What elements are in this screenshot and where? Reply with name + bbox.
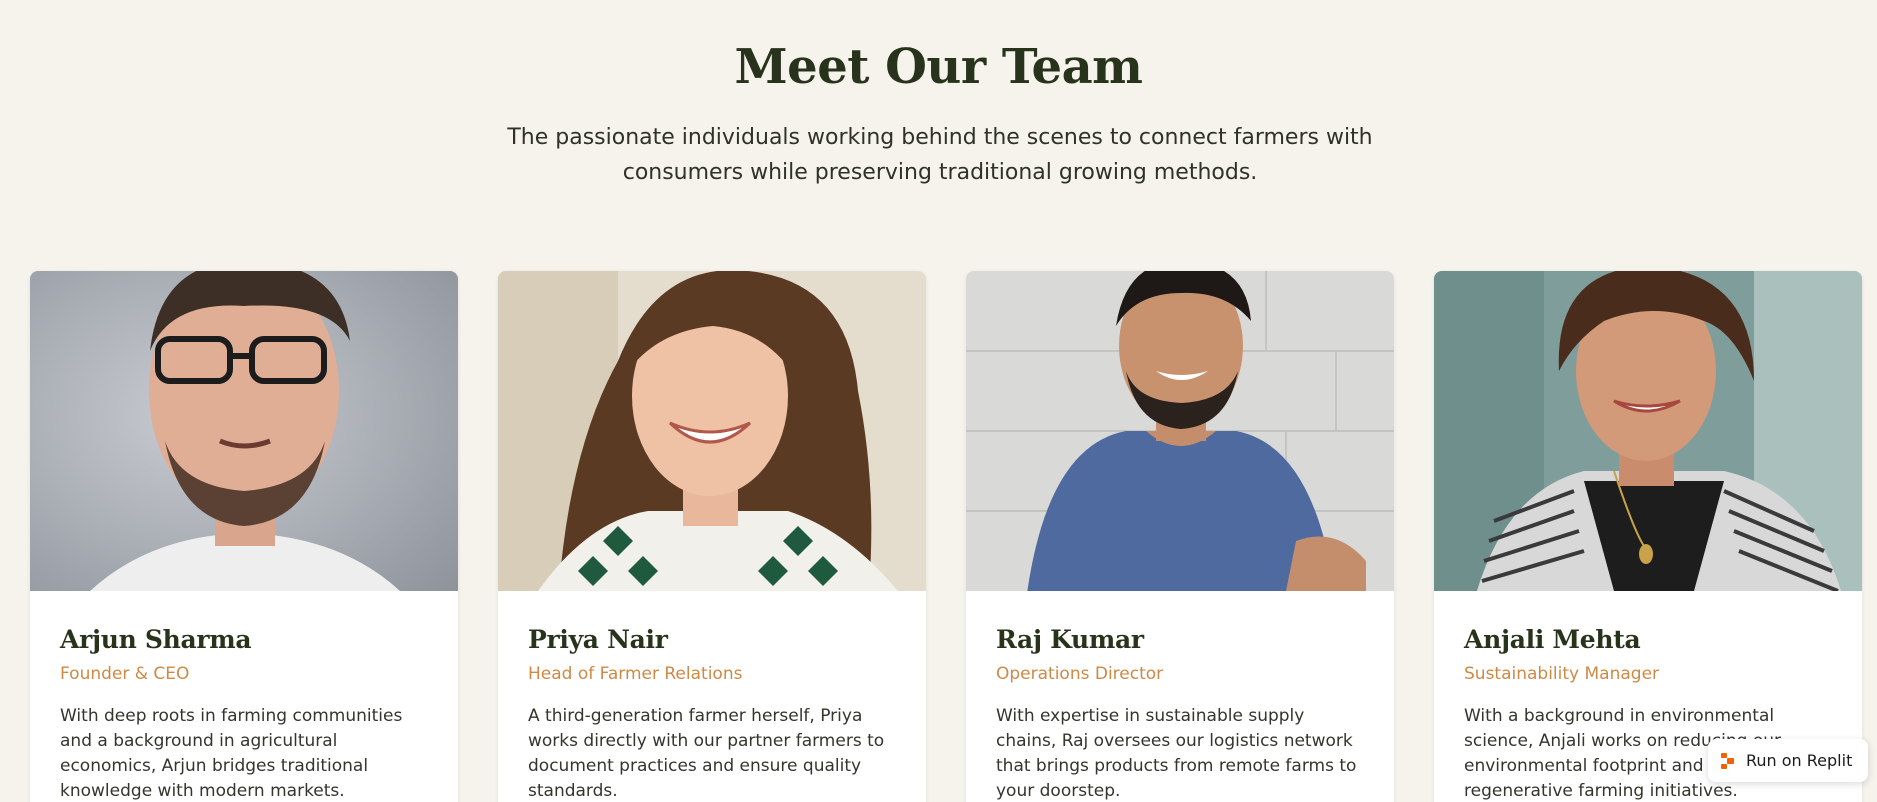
- member-name: Priya Nair: [528, 625, 668, 654]
- member-name: Anjali Mehta: [1464, 625, 1641, 654]
- member-role: Founder & CEO: [60, 664, 190, 684]
- team-card: Arjun Sharma Founder & CEO With deep roo…: [30, 271, 458, 802]
- member-photo: [966, 271, 1394, 591]
- team-card: Priya Nair Head of Farmer Relations A th…: [498, 271, 926, 802]
- team-card: Raj Kumar Operations Director With exper…: [966, 271, 1394, 802]
- member-bio: With expertise in sustainable supply cha…: [996, 706, 1357, 801]
- member-name: Raj Kumar: [996, 625, 1144, 654]
- run-on-replit-label: Run on Replit: [1746, 751, 1853, 770]
- section-subtitle: The passionate individuals working behin…: [507, 125, 1373, 185]
- team-card: Anjali Mehta Sustainability Manager With…: [1434, 271, 1862, 802]
- replit-logo-icon: [1720, 752, 1736, 769]
- member-role: Sustainability Manager: [1464, 664, 1660, 684]
- member-bio: With deep roots in farming communities a…: [60, 706, 403, 801]
- member-role: Head of Farmer Relations: [528, 664, 743, 684]
- member-photo: [498, 271, 926, 591]
- member-role: Operations Director: [996, 664, 1164, 684]
- team-cards: Arjun Sharma Founder & CEO With deep roo…: [30, 271, 1862, 802]
- section-title: Meet Our Team: [734, 39, 1143, 95]
- member-photo: [30, 271, 458, 591]
- member-photo: [1434, 271, 1862, 591]
- run-on-replit-button[interactable]: Run on Replit: [1708, 739, 1868, 782]
- member-name: Arjun Sharma: [60, 625, 252, 654]
- member-bio: A third-generation farmer herself, Priya…: [528, 706, 885, 801]
